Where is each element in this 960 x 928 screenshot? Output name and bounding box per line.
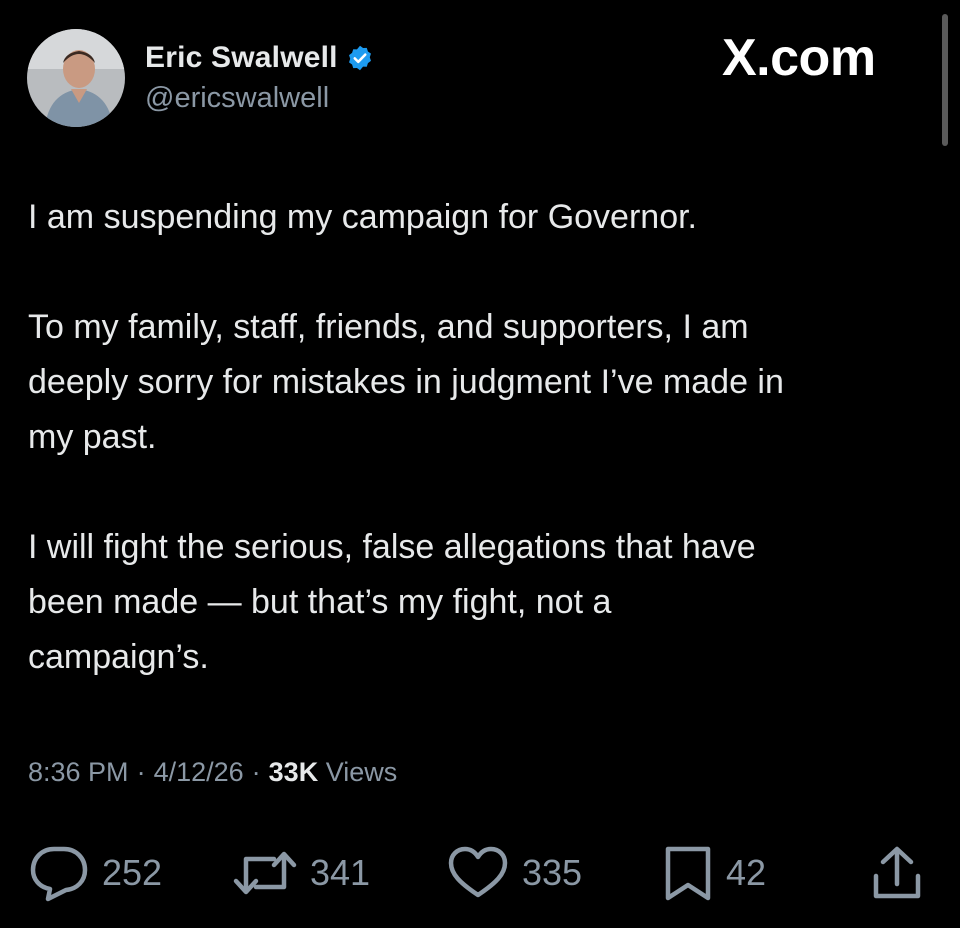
scrollbar[interactable] (942, 14, 948, 146)
user-handle[interactable]: @ericswalwell (145, 82, 374, 115)
views-label: Views (325, 757, 398, 787)
meta-separator: · (251, 757, 261, 787)
reply-icon (28, 844, 90, 902)
post-paragraph: I will fight the serious, false allegati… (28, 528, 756, 676)
site-logo: X.com (722, 29, 876, 87)
post-paragraph: To my family, staff, friends, and suppor… (28, 308, 784, 456)
heart-icon (446, 845, 510, 901)
meta-separator: · (136, 757, 146, 787)
repost-button[interactable]: 341 (232, 838, 370, 908)
avatar[interactable] (27, 29, 125, 127)
share-icon (868, 844, 926, 902)
post-text: I am suspending my campaign for Governor… (28, 190, 938, 740)
bookmark-icon (662, 844, 714, 902)
post-date[interactable]: 4/12/26 (154, 757, 244, 788)
action-bar: 252 341 335 42 (0, 838, 960, 908)
post-time[interactable]: 8:36 PM (28, 757, 129, 788)
repost-count: 341 (310, 852, 371, 893)
bookmark-button[interactable]: 42 (662, 838, 766, 908)
share-button[interactable] (868, 838, 926, 908)
verified-badge-icon (346, 44, 374, 72)
post-paragraph: I am suspending my campaign for Governor… (28, 198, 697, 236)
views-count[interactable]: 33K (269, 757, 319, 787)
display-name[interactable]: Eric Swalwell (145, 41, 338, 75)
like-count: 335 (522, 852, 583, 893)
reply-count: 252 (102, 852, 163, 893)
like-button[interactable]: 335 (446, 838, 582, 908)
post-header: Eric Swalwell @ericswalwell X.com (0, 0, 960, 146)
repost-icon (232, 847, 298, 899)
bookmark-count: 42 (726, 852, 767, 893)
post-metadata: 8:36 PM · 4/12/26 · 33K Views (28, 757, 397, 788)
user-info: Eric Swalwell @ericswalwell (145, 36, 374, 115)
reply-button[interactable]: 252 (28, 838, 162, 908)
